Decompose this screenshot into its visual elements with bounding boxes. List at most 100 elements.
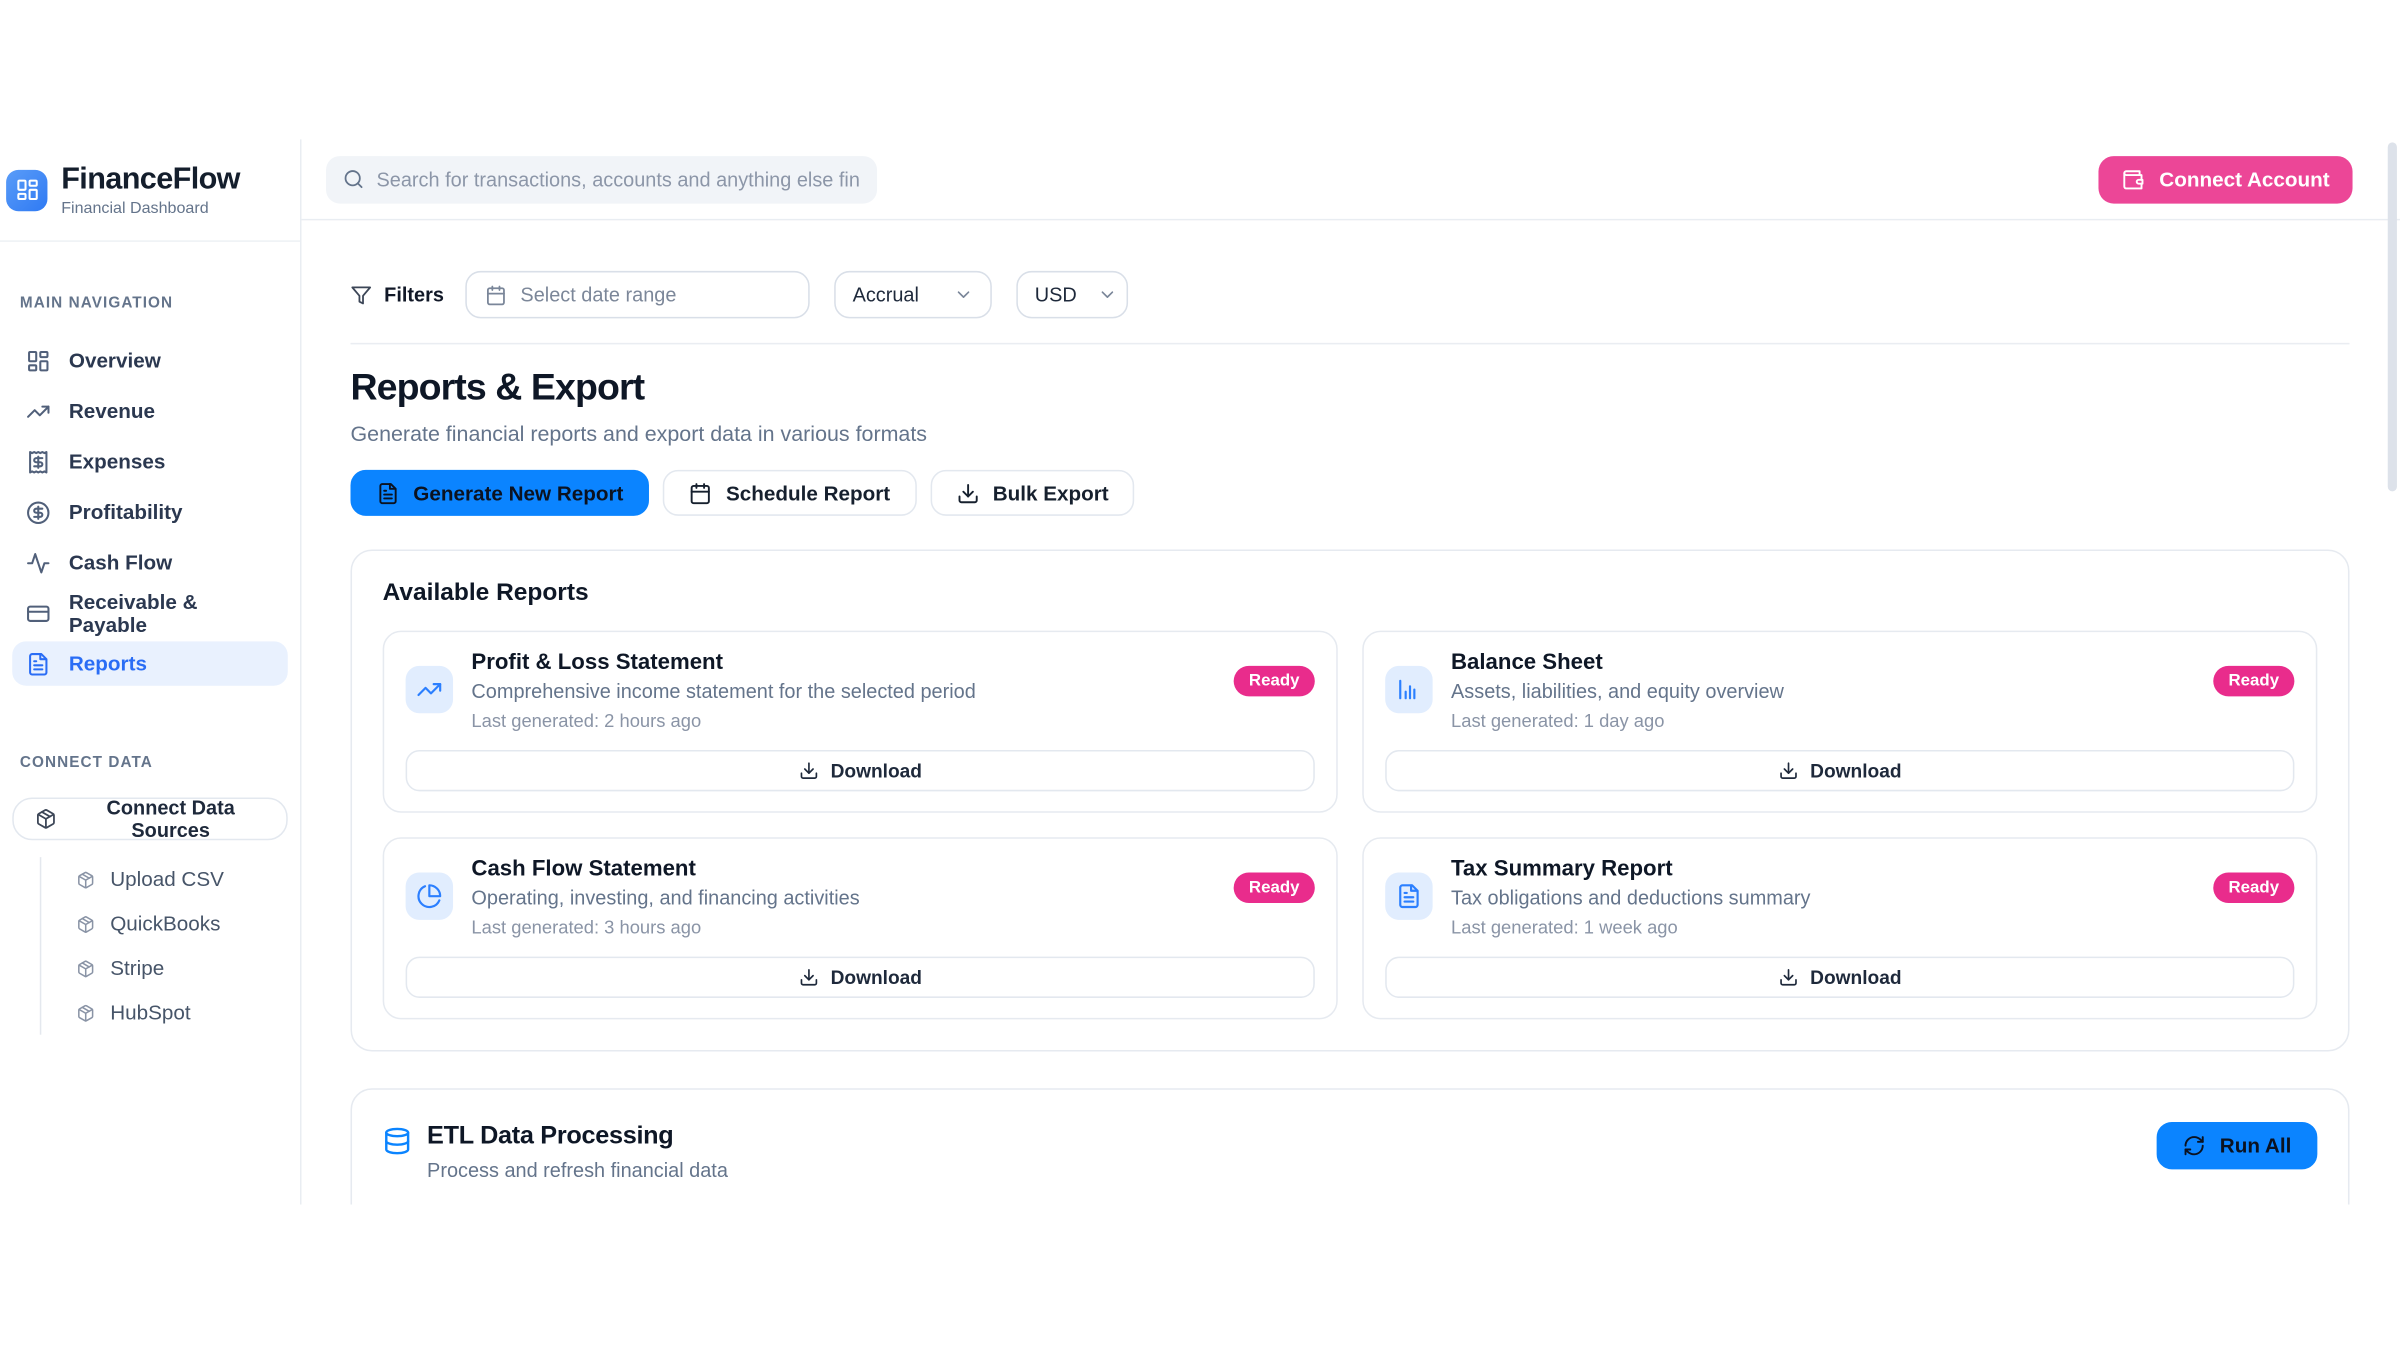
bulk-export-button[interactable]: Bulk Export bbox=[930, 470, 1135, 516]
database-icon bbox=[383, 1127, 412, 1156]
etl-title: ETL Data Processing bbox=[427, 1122, 728, 1151]
brand-header: FinanceFlow Financial Dashboard bbox=[0, 139, 300, 242]
etl-header: ETL Data Processing Process and refresh … bbox=[383, 1122, 2318, 1182]
package-icon bbox=[35, 808, 56, 829]
report-title: Profit & Loss Statement bbox=[471, 651, 1215, 675]
report-texts: Cash Flow StatementOperating, investing,… bbox=[471, 857, 1215, 938]
sidebar-item-reports[interactable]: Reports bbox=[12, 641, 288, 685]
data-source-label: Upload CSV bbox=[110, 868, 224, 891]
sidebar-item-cash-flow[interactable]: Cash Flow bbox=[12, 540, 288, 584]
download-label: Download bbox=[831, 760, 922, 781]
page-title: Reports & Export bbox=[351, 367, 2350, 410]
etl-section: ETL Data Processing Process and refresh … bbox=[351, 1088, 2350, 1204]
report-card-header: Balance SheetAssets, liabilities, and eq… bbox=[1385, 651, 2294, 732]
connect-account-label: Connect Account bbox=[2159, 168, 2329, 191]
report-description: Operating, investing, and financing acti… bbox=[471, 886, 1215, 909]
pie-chart-icon bbox=[416, 883, 442, 909]
app-window: FinanceFlow Financial Dashboard MAIN NAV… bbox=[0, 139, 2400, 1204]
package-icon bbox=[77, 915, 95, 933]
report-description: Assets, liabilities, and equity overview bbox=[1451, 680, 2195, 703]
date-range-picker[interactable]: Select date range bbox=[465, 271, 809, 318]
sidebar-item-revenue[interactable]: Revenue bbox=[12, 389, 288, 433]
data-source-hubspot[interactable]: HubSpot bbox=[41, 990, 300, 1034]
sidebar-item-label: Revenue bbox=[69, 399, 155, 422]
download-button[interactable]: Download bbox=[406, 750, 1315, 791]
sidebar-item-label: Overview bbox=[69, 349, 161, 372]
download-label: Download bbox=[1810, 967, 1901, 988]
download-icon bbox=[798, 967, 818, 987]
accounting-basis-select[interactable]: Accrual bbox=[834, 271, 992, 318]
data-source-stripe[interactable]: Stripe bbox=[41, 946, 300, 990]
filters-toggle[interactable]: Filters bbox=[351, 283, 444, 306]
report-title: Tax Summary Report bbox=[1451, 857, 2195, 881]
sidebar-item-profitability[interactable]: Profitability bbox=[12, 490, 288, 534]
screen: FinanceFlow Financial Dashboard MAIN NAV… bbox=[0, 0, 2400, 1350]
report-last-generated: Last generated: 2 hours ago bbox=[471, 710, 1215, 731]
download-button[interactable]: Download bbox=[1385, 957, 2294, 998]
sidebar-item-label: Reports bbox=[69, 652, 147, 675]
connect-data-sources-button[interactable]: Connect Data Sources bbox=[12, 797, 288, 840]
vertical-scrollbar-thumb[interactable] bbox=[2388, 142, 2397, 491]
report-card-header: Tax Summary Report Tax obligations and de… bbox=[1385, 857, 2294, 938]
connect-sources-row: Connect Data Sources bbox=[12, 797, 288, 840]
report-description: Comprehensive income statement for the s… bbox=[471, 680, 1215, 703]
download-button[interactable]: Download bbox=[1385, 750, 2294, 791]
status-badge: Ready bbox=[2213, 872, 2294, 903]
search-input[interactable] bbox=[377, 168, 861, 191]
data-source-upload-csv[interactable]: Upload CSV bbox=[41, 857, 300, 901]
bar-chart-icon bbox=[1396, 677, 1422, 703]
main-navigation: Overview Revenue Expenses Profitability Cash… bbox=[0, 338, 300, 685]
data-sources-list: Upload CSV QuickBooks Stripe HubSpot bbox=[40, 857, 300, 1035]
receipt-icon bbox=[26, 449, 50, 473]
status-badge: Ready bbox=[1234, 872, 1315, 903]
search-box bbox=[326, 155, 877, 202]
schedule-report-label: Schedule Report bbox=[726, 481, 890, 504]
report-card-header: Profit & Loss Statement Comprehensive inc… bbox=[406, 651, 1315, 732]
download-icon bbox=[956, 481, 979, 504]
sidebar-item-label: Cash Flow bbox=[69, 551, 172, 574]
report-last-generated: Last generated: 1 week ago bbox=[1451, 917, 2195, 938]
refresh-icon bbox=[2183, 1134, 2206, 1157]
connect-account-button[interactable]: Connect Account bbox=[2098, 155, 2352, 202]
trending-up-icon bbox=[416, 677, 442, 703]
report-icon-chip bbox=[1385, 872, 1432, 919]
download-button[interactable]: Download bbox=[406, 957, 1315, 998]
report-last-generated: Last generated: 1 day ago bbox=[1451, 710, 2195, 731]
file-text-icon bbox=[26, 651, 50, 675]
sidebar-item-overview[interactable]: Overview bbox=[12, 338, 288, 382]
data-source-label: HubSpot bbox=[110, 1001, 190, 1024]
filters-row: Filters Select date range Accrual USD bbox=[351, 271, 2350, 318]
filters-divider bbox=[351, 343, 2350, 345]
report-description: Tax obligations and deductions summary bbox=[1451, 886, 2195, 909]
available-reports-title: Available Reports bbox=[383, 580, 2318, 608]
sidebar-item-expenses[interactable]: Expenses bbox=[12, 439, 288, 483]
schedule-report-button[interactable]: Schedule Report bbox=[663, 470, 916, 516]
package-icon bbox=[77, 1003, 95, 1021]
data-source-quickbooks[interactable]: QuickBooks bbox=[41, 902, 300, 946]
run-all-button[interactable]: Run All bbox=[2157, 1122, 2317, 1169]
etl-texts: ETL Data Processing Process and refresh … bbox=[427, 1122, 728, 1182]
sidebar-item-receivable-payable[interactable]: Receivable & Payable bbox=[12, 591, 288, 635]
sidebar-item-label: Expenses bbox=[69, 450, 166, 473]
report-icon-chip bbox=[406, 872, 453, 919]
calendar-icon bbox=[689, 481, 712, 504]
main-content: Filters Select date range Accrual USD Re… bbox=[302, 220, 2400, 1204]
calendar-icon bbox=[485, 284, 506, 305]
report-icon-chip bbox=[1385, 666, 1432, 713]
chevron-down-icon bbox=[1098, 285, 1118, 305]
generate-new-report-label: Generate New Report bbox=[413, 481, 623, 504]
wallet-icon bbox=[2121, 168, 2144, 191]
topbar: Connect Account bbox=[302, 139, 2400, 220]
trending-up-icon bbox=[26, 399, 50, 423]
sidebar: FinanceFlow Financial Dashboard MAIN NAV… bbox=[0, 139, 302, 1204]
data-source-label: Stripe bbox=[110, 957, 164, 980]
report-card: Profit & Loss Statement Comprehensive inc… bbox=[383, 631, 1338, 813]
package-icon bbox=[77, 959, 95, 977]
circle-dollar-sign-icon bbox=[26, 500, 50, 524]
currency-value: USD bbox=[1035, 283, 1077, 306]
generate-new-report-button[interactable]: Generate New Report bbox=[351, 470, 650, 516]
app-logo bbox=[6, 169, 47, 210]
sidebar-item-label: Receivable & Payable bbox=[69, 590, 274, 636]
currency-select[interactable]: USD bbox=[1016, 271, 1128, 318]
page-subtitle: Generate financial reports and export da… bbox=[351, 421, 2350, 445]
